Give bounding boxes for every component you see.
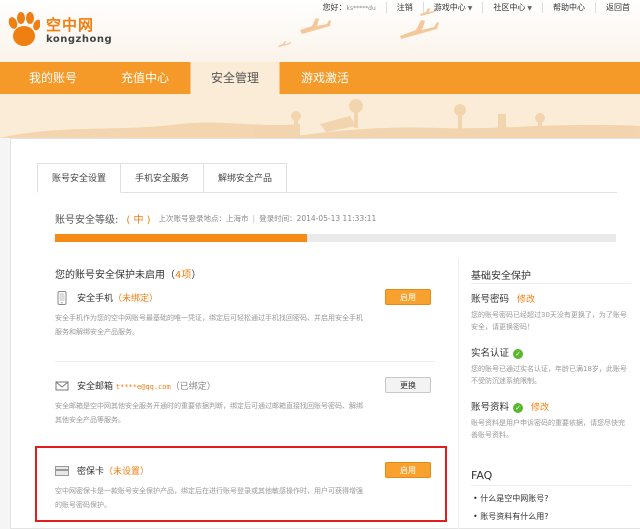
faq-link[interactable]: • 什么是空中网账号? (473, 493, 549, 504)
chevron-down-icon: ▼ (467, 4, 473, 12)
separator: | (252, 214, 256, 223)
mail-icon (55, 381, 69, 391)
last-login-time: 登录时间：2014-05-13 11:33:11 (259, 214, 377, 223)
main-nav: 我的账号 充值中心 安全管理 游戏激活 (0, 62, 640, 96)
protection-title: 您的账号安全保护未启用（4项） (55, 270, 202, 281)
divider (471, 283, 631, 284)
tab-unbind-security-products[interactable]: 解绑安全产品 (203, 163, 288, 193)
phone-icon (57, 291, 67, 305)
logout-link[interactable]: 注销 (385, 1, 423, 13)
sidebar-item-password: 账号密码 修改 您的账号密码已经超过30天没有更换了，为了账号安全，请更换密码！ (471, 294, 627, 331)
check-icon: ✓ (513, 402, 524, 413)
faq-link[interactable]: • 账号资料有什么用? (473, 511, 549, 522)
last-login-place: 上次账号登录地点：上海市 (158, 214, 249, 223)
logo-text-en: kongzhong (46, 34, 113, 45)
tab-account-security-settings[interactable]: 账号安全设置 (37, 163, 122, 193)
modify-profile-link[interactable]: 修改 (531, 403, 549, 413)
site-header: 空中网 kongzhong 您好：ks*****du 注销 游戏中心 ▼ 社区中心… (0, 0, 640, 62)
sidebar-title: 基础安全保护 (471, 271, 531, 282)
security-level-progress (55, 234, 616, 242)
landscape-illustration (0, 99, 640, 138)
security-level-row: 账号安全等级: ( 中 ) 上次账号登录地点：上海市 | 登录时间：2014-0… (55, 211, 376, 226)
user-greeting: 您好：ks*****du (322, 2, 376, 12)
email-item-name: 安全邮箱 t****e@qq.com（已绑定） (77, 382, 216, 392)
help-center-link[interactable]: 帮助中心 (542, 1, 595, 13)
sidebar-item-realname: 实名认证 ✓ 您的账号已通过实名认证，年龄已满18岁，此账号不受防沉迷系统限制。 (471, 348, 627, 385)
check-icon: ✓ (513, 348, 524, 359)
basic-security-sidebar: 基础安全保护 账号密码 修改 您的账号密码已经超过30天没有更换了，为了账号安全，… (458, 259, 640, 529)
change-email-button[interactable]: 更换 (385, 377, 431, 393)
tab-my-account[interactable]: 我的账号 (0, 62, 106, 94)
top-nav: 您好：ks*****du 注销 游戏中心 ▼ 社区中心 ▼ 帮助中心 返回首 (313, 0, 640, 14)
highlight-box (35, 446, 447, 522)
phone-item-name: 安全手机（未绑定） (77, 294, 159, 304)
tab-game-activation[interactable]: 游戏激活 (280, 62, 370, 94)
community-center-menu[interactable]: 社区中心 ▼ (482, 1, 542, 13)
phone-item-desc: 安全手机作为您的空中网账号最基础的唯一凭证，绑定后可轻松通过手机找回密码、并启用… (55, 314, 363, 336)
security-panel: 账号安全设置 手机安全服务 解绑安全产品 账号安全等级: ( 中 ) 上次账号登… (10, 138, 640, 529)
tabs-divider (37, 192, 617, 193)
divider (471, 485, 631, 486)
tab-mobile-security-service[interactable]: 手机安全服务 (120, 163, 205, 193)
paw-logo-icon (8, 12, 40, 46)
sidebar-item-profile: 账号资料 ✓ 修改 账号资料是用户申诉密码的重要依据，请您尽快完善账号资料。 (471, 402, 625, 439)
decorative-banner (0, 94, 640, 138)
security-item-phone: 安全手机（未绑定） 安全手机作为您的空中网账号最基础的唯一凭证，绑定后可轻松通过… (55, 289, 435, 345)
security-level-label: 账号安全等级: (55, 215, 119, 226)
security-item-email: 安全邮箱 t****e@qq.com（已绑定） 安全邮箱是空中网其他安全服务开通… (55, 377, 435, 433)
email-item-desc: 安全邮箱是空中网其他安全服务开通时的重要依据判断，绑定后可通过邮箱直接找回账号密… (55, 402, 363, 424)
chevron-down-icon: ▼ (527, 4, 532, 12)
kongzhong-logo[interactable]: 空中网 kongzhong (8, 12, 128, 52)
progress-fill (55, 234, 308, 242)
game-center-menu[interactable]: 游戏中心 ▼ (422, 1, 483, 13)
faq-title: FAQ (471, 469, 493, 482)
logo-text-cn: 空中网 (46, 16, 95, 34)
airplanes-decoration (278, 8, 439, 47)
tab-recharge-center[interactable]: 充值中心 (106, 62, 184, 94)
sub-tabs: 账号安全设置 手机安全服务 解绑安全产品 (37, 163, 288, 193)
enable-phone-button[interactable]: 启用 (385, 289, 431, 305)
divider (55, 361, 435, 362)
security-level-value: ( 中 ) (126, 215, 151, 226)
back-home-link[interactable]: 返回首 (595, 1, 640, 13)
modify-password-link[interactable]: 修改 (517, 295, 535, 305)
tab-security-management[interactable]: 安全管理 (190, 62, 280, 96)
